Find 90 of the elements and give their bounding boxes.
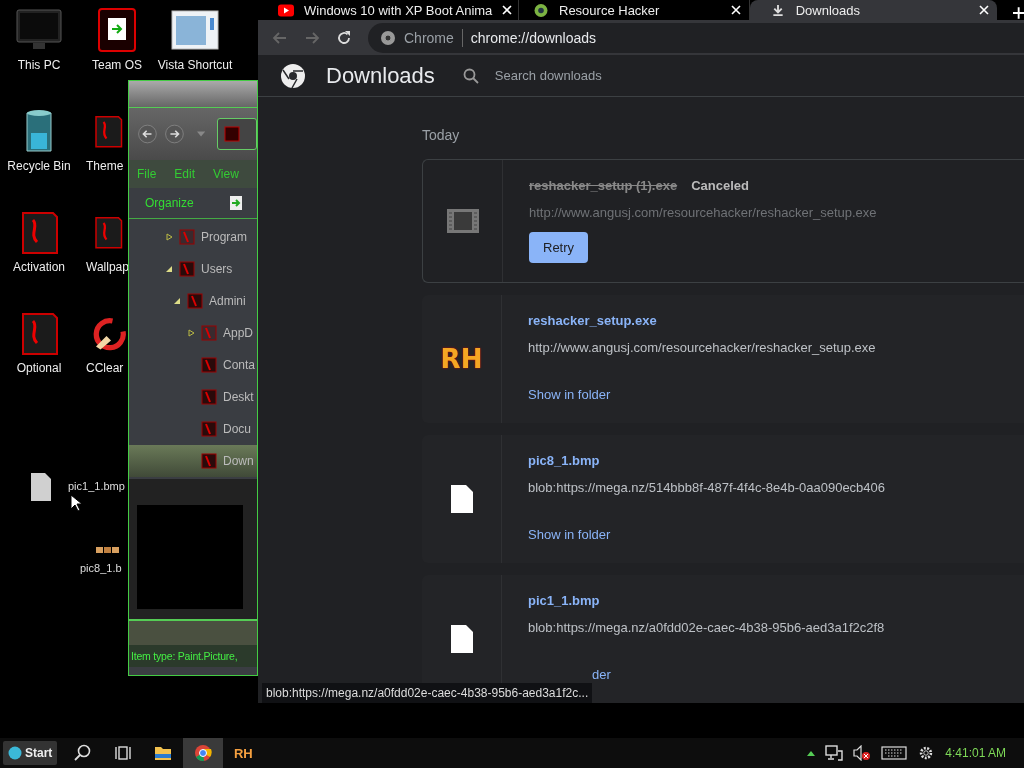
close-icon[interactable] <box>978 5 989 16</box>
show-in-folder-link[interactable]: Show in folder <box>528 387 611 402</box>
link-status-bubble: blob:https://mega.nz/a0fdd02e-caec-4b38-95b6-aed3a1f2c... <box>262 683 593 703</box>
expander-icon[interactable] <box>165 265 173 273</box>
file-icon <box>450 485 473 513</box>
keyboard-icon[interactable] <box>881 746 908 760</box>
expander-icon[interactable] <box>187 329 195 337</box>
origin-label: Chrome <box>404 29 454 46</box>
tree-item[interactable]: Docu <box>129 413 257 445</box>
desktop-icon-label[interactable]: CClear <box>86 361 124 375</box>
folder-icon <box>201 389 217 405</box>
tree-item[interactable]: Deskt <box>129 381 257 413</box>
reload-icon[interactable] <box>336 29 352 46</box>
file-name[interactable]: pic1_1.bmp <box>528 593 600 608</box>
tree-item[interactable]: Conta <box>129 349 257 381</box>
tree-item[interactable]: Admini <box>129 285 257 317</box>
folder-icon <box>154 744 173 762</box>
tree-item[interactable]: Program <box>129 221 257 253</box>
chrome-logo-icon <box>380 29 396 46</box>
tree-item[interactable]: Users <box>129 253 257 285</box>
close-icon[interactable] <box>502 5 513 16</box>
desktop-icon-label[interactable]: pic8_1.b <box>80 562 122 574</box>
desktop-icon-label[interactable]: pic1_1.bmp <box>68 480 125 492</box>
desktop-icon-label[interactable]: Recycle Bin <box>7 159 71 173</box>
new-tab-icon[interactable] <box>1012 7 1024 19</box>
source-url[interactable]: http://www.angusj.com/resourcehacker/reshacker_setup.exe <box>528 340 876 355</box>
desktop-icon-label[interactable]: This PC <box>17 58 61 72</box>
desktop-icon-label[interactable]: Team OS <box>92 58 142 72</box>
menu-item[interactable]: View <box>213 167 239 181</box>
address-bar[interactable]: Chrome chrome://downloads <box>368 22 1024 53</box>
file-name[interactable]: pic8_1.bmp <box>528 453 600 468</box>
menu-item[interactable]: Edit <box>174 167 196 181</box>
globe-icon <box>8 746 22 760</box>
file-name: reshacker_setup (1).exe <box>529 178 678 193</box>
folder-icon <box>223 126 240 142</box>
start-button[interactable]: Start <box>3 741 58 765</box>
folder-icon <box>187 293 203 309</box>
tree-item[interactable]: Down <box>129 445 257 477</box>
play-icon <box>278 3 294 17</box>
source-url[interactable]: blob:https://mega.nz/514bbb8f-487f-4f4c-8e4b-0aa090ecb406 <box>528 480 886 495</box>
window-icon[interactable] <box>171 8 219 52</box>
clock[interactable]: 4:41:01 AM <box>945 746 1006 760</box>
folder-icon <box>201 357 217 373</box>
file-icon <box>450 625 473 653</box>
app-logo: RH <box>440 344 483 374</box>
image-file-icon[interactable] <box>96 546 120 554</box>
taskbar-app[interactable]: RH <box>223 738 264 768</box>
address-bar[interactable] <box>216 118 257 150</box>
desktop-icon-label[interactable]: Optional <box>16 361 62 375</box>
retry-button[interactable]: Retry <box>529 232 589 263</box>
volume-muted-icon[interactable] <box>853 745 872 761</box>
show-in-folder-link[interactable]: Show in folder <box>528 527 611 542</box>
file-name[interactable]: reshacker_setup.exe <box>528 313 657 328</box>
organize-button[interactable]: Organize <box>145 196 194 210</box>
source-url[interactable]: blob:https://mega.nz/a0fdd02e-caec-4b38-95b6-aed3a1f2c2f8 <box>528 620 885 635</box>
desktop-icon-label[interactable]: Activation <box>13 260 65 274</box>
section-heading: Today <box>422 127 461 143</box>
file-icon[interactable] <box>30 472 52 502</box>
desktop-icon-label[interactable]: Wallpap <box>86 260 129 274</box>
desktop-icon-label[interactable]: Theme <box>86 159 124 173</box>
chrome-icon <box>194 744 213 762</box>
folder-icon <box>201 421 217 437</box>
folder-icon <box>179 261 195 277</box>
chevron-up-icon[interactable] <box>807 750 816 756</box>
network-icon[interactable] <box>825 745 844 761</box>
site-icon <box>533 3 549 17</box>
cursor-icon <box>70 494 82 512</box>
chrome-logo-icon <box>280 62 306 89</box>
film-icon <box>446 209 479 233</box>
search-icon <box>74 744 93 762</box>
taskbar-app[interactable] <box>183 738 224 768</box>
desktop-icon-label[interactable]: Vista Shortcut <box>157 58 233 72</box>
url-text: chrome://downloads <box>470 29 597 46</box>
folder-icon <box>201 453 217 469</box>
search-icon <box>462 67 479 84</box>
expander-icon[interactable] <box>165 233 173 241</box>
expander-icon[interactable] <box>173 297 181 305</box>
tree-item[interactable]: AppD <box>129 317 257 349</box>
show-in-folder-link[interactable]: der <box>592 667 611 682</box>
page-title: Downloads <box>326 62 435 89</box>
folder-icon <box>201 325 217 341</box>
task-view-icon <box>114 744 133 762</box>
status-text: Item type: Paint.Picture, <box>131 650 238 662</box>
folder-icon <box>179 229 195 245</box>
menu-item[interactable]: File <box>137 167 157 181</box>
status-label: Canceled <box>691 178 749 193</box>
search-field[interactable]: Search downloads <box>492 67 777 85</box>
arrow-icon[interactable] <box>229 196 242 210</box>
close-icon[interactable] <box>730 5 741 16</box>
browser-tab[interactable]: Downloads <box>749 0 997 21</box>
